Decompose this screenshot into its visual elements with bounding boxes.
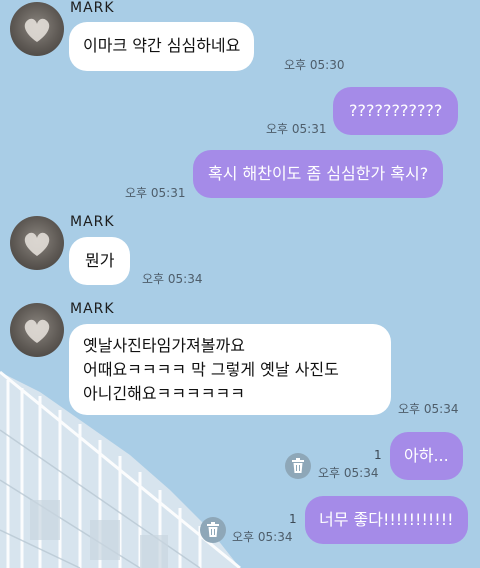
delete-button[interactable] (285, 453, 311, 479)
message-bubble[interactable]: 뭔가 (69, 237, 131, 285)
message-text: 뭔가 (85, 251, 115, 270)
delete-button[interactable] (200, 517, 226, 543)
message-bubble[interactable]: 아하... (390, 432, 463, 480)
unread-count: 1 (289, 512, 297, 526)
message-text: ??????????? (349, 101, 443, 120)
message-line: 어때요ㅋㅋㅋㅋ 막 그렇게 옛날 사진도 (83, 360, 339, 379)
heart-hands-photo-icon (24, 232, 50, 256)
avatar[interactable] (10, 216, 64, 270)
trash-icon (292, 458, 304, 473)
message-bubble[interactable]: 옛날사진타임가져볼까요 어때요ㅋㅋㅋㅋ 막 그렇게 옛날 사진도 아니긴해요ㅋㅋ… (69, 324, 391, 415)
message-bubble[interactable]: 너무 좋다!!!!!!!!!!! (305, 496, 468, 544)
message-bubble[interactable]: 혹시 해찬이도 좀 심심한가 혹시? (193, 150, 444, 198)
avatar[interactable] (10, 303, 64, 357)
message-text: 이마크 약간 심심하네요 (83, 36, 241, 55)
message-time: 오후 05:30 (284, 58, 345, 72)
message-time: 오후 05:34 (232, 530, 293, 544)
message-line: 아니긴해요ㅋㅋㅋㅋㅋㅋ (83, 384, 245, 403)
message-text: 너무 좋다!!!!!!!!!!! (319, 510, 454, 529)
trash-icon (207, 522, 219, 537)
heart-hands-photo-icon (24, 18, 50, 42)
background-building (0, 370, 241, 568)
sender-name: MARK (70, 214, 115, 230)
heart-hands-photo-icon (24, 319, 50, 343)
message-time: 오후 05:31 (125, 186, 186, 200)
message-bubble[interactable]: ??????????? (333, 87, 459, 135)
message-text: 아하... (404, 446, 449, 465)
message-line: 옛날사진타임가져볼까요 (83, 336, 245, 355)
sender-name: MARK (70, 301, 115, 317)
message-text: 혹시 해찬이도 좀 심심한가 혹시? (208, 164, 429, 183)
message-time: 오후 05:34 (398, 402, 459, 416)
avatar[interactable] (10, 2, 64, 56)
message-bubble[interactable]: 이마크 약간 심심하네요 (69, 22, 255, 71)
unread-count: 1 (374, 448, 382, 462)
message-time: 오후 05:34 (142, 272, 203, 286)
sender-name: MARK (70, 0, 115, 16)
message-time: 오후 05:31 (266, 122, 327, 136)
message-time: 오후 05:34 (318, 466, 379, 480)
